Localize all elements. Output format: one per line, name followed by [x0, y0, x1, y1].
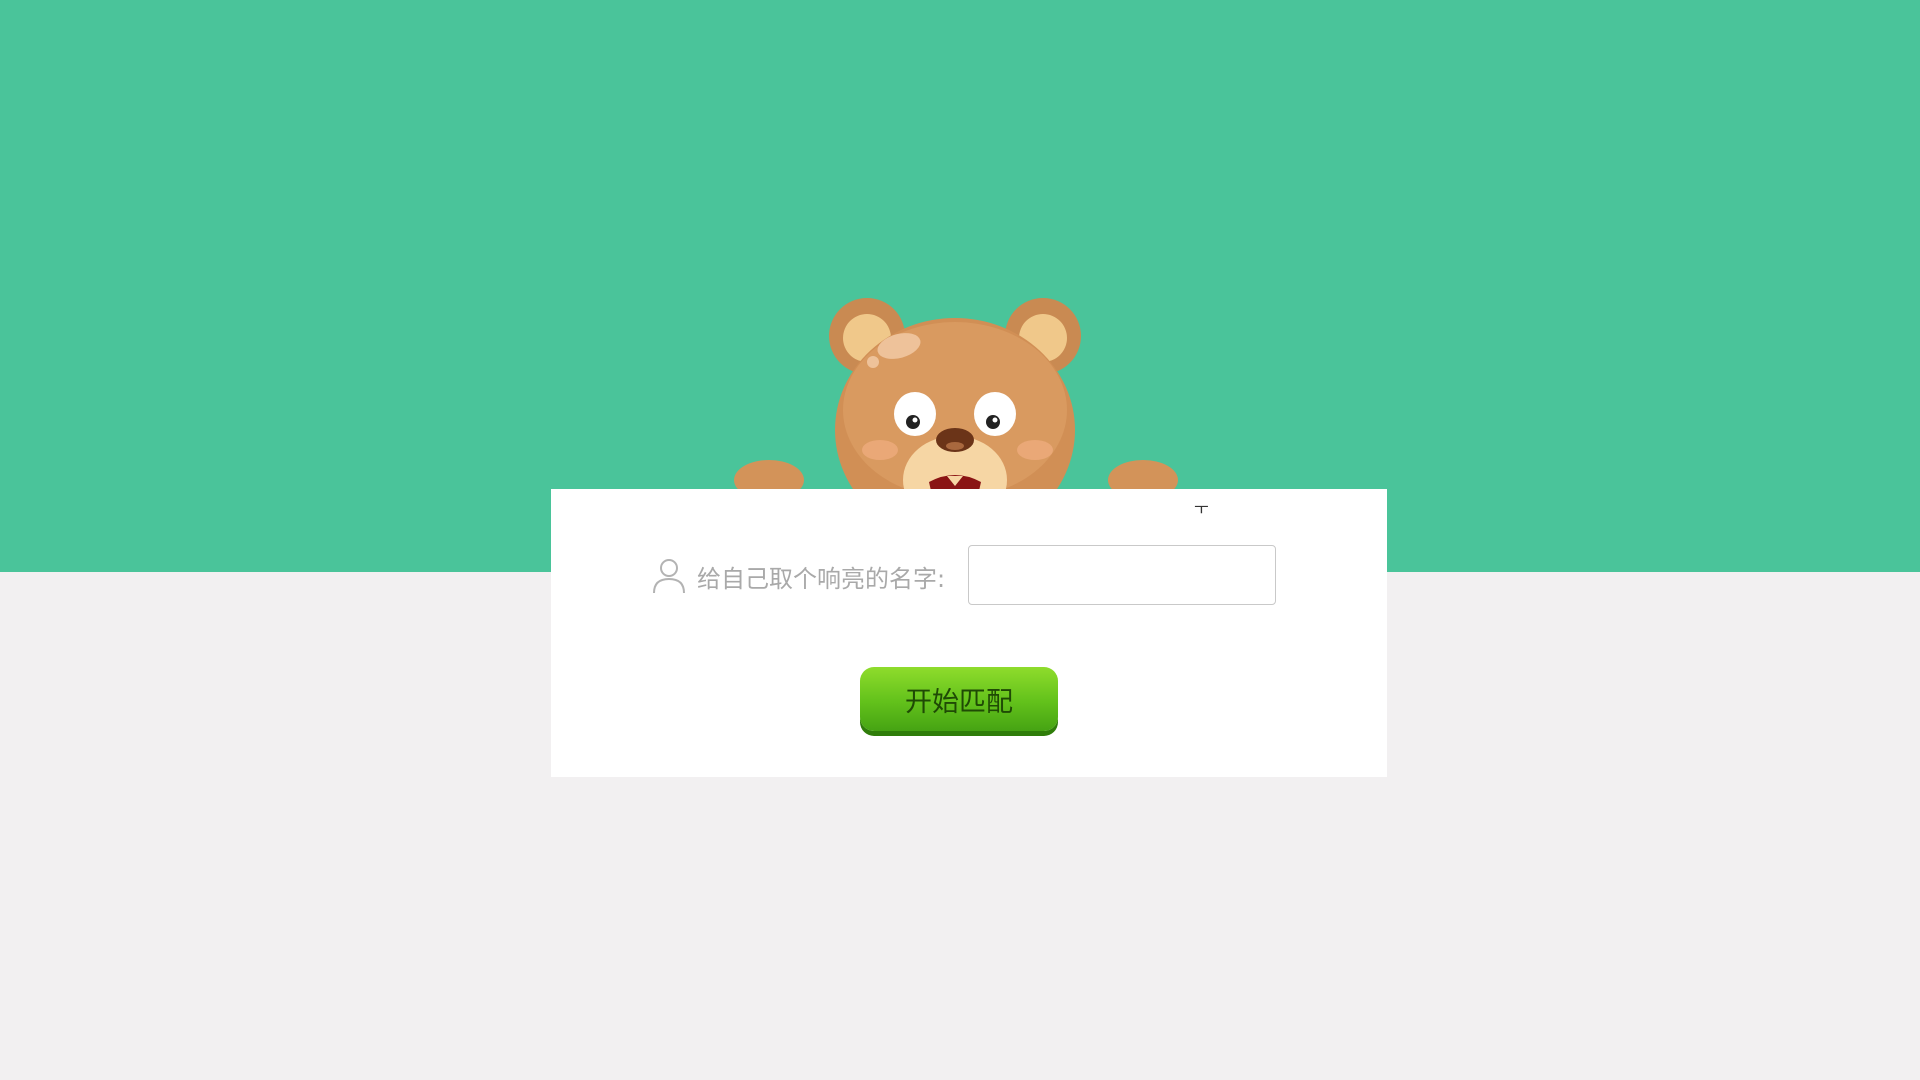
- name-input[interactable]: [968, 545, 1276, 605]
- start-match-button[interactable]: 开始匹配: [860, 667, 1058, 731]
- name-label: 给自己取个响亮的名字:: [697, 564, 946, 593]
- page: ㅜ 给自己取个响亮的名字: 开始匹配: [0, 0, 1920, 1080]
- user-icon: [653, 559, 685, 594]
- card-mark: ㅜ: [1194, 499, 1209, 518]
- bear-mascot-icon: [734, 298, 1178, 500]
- name-row: 给自己取个响亮的名字:: [651, 545, 945, 607]
- login-card: ㅜ 给自己取个响亮的名字: 开始匹配: [551, 489, 1387, 777]
